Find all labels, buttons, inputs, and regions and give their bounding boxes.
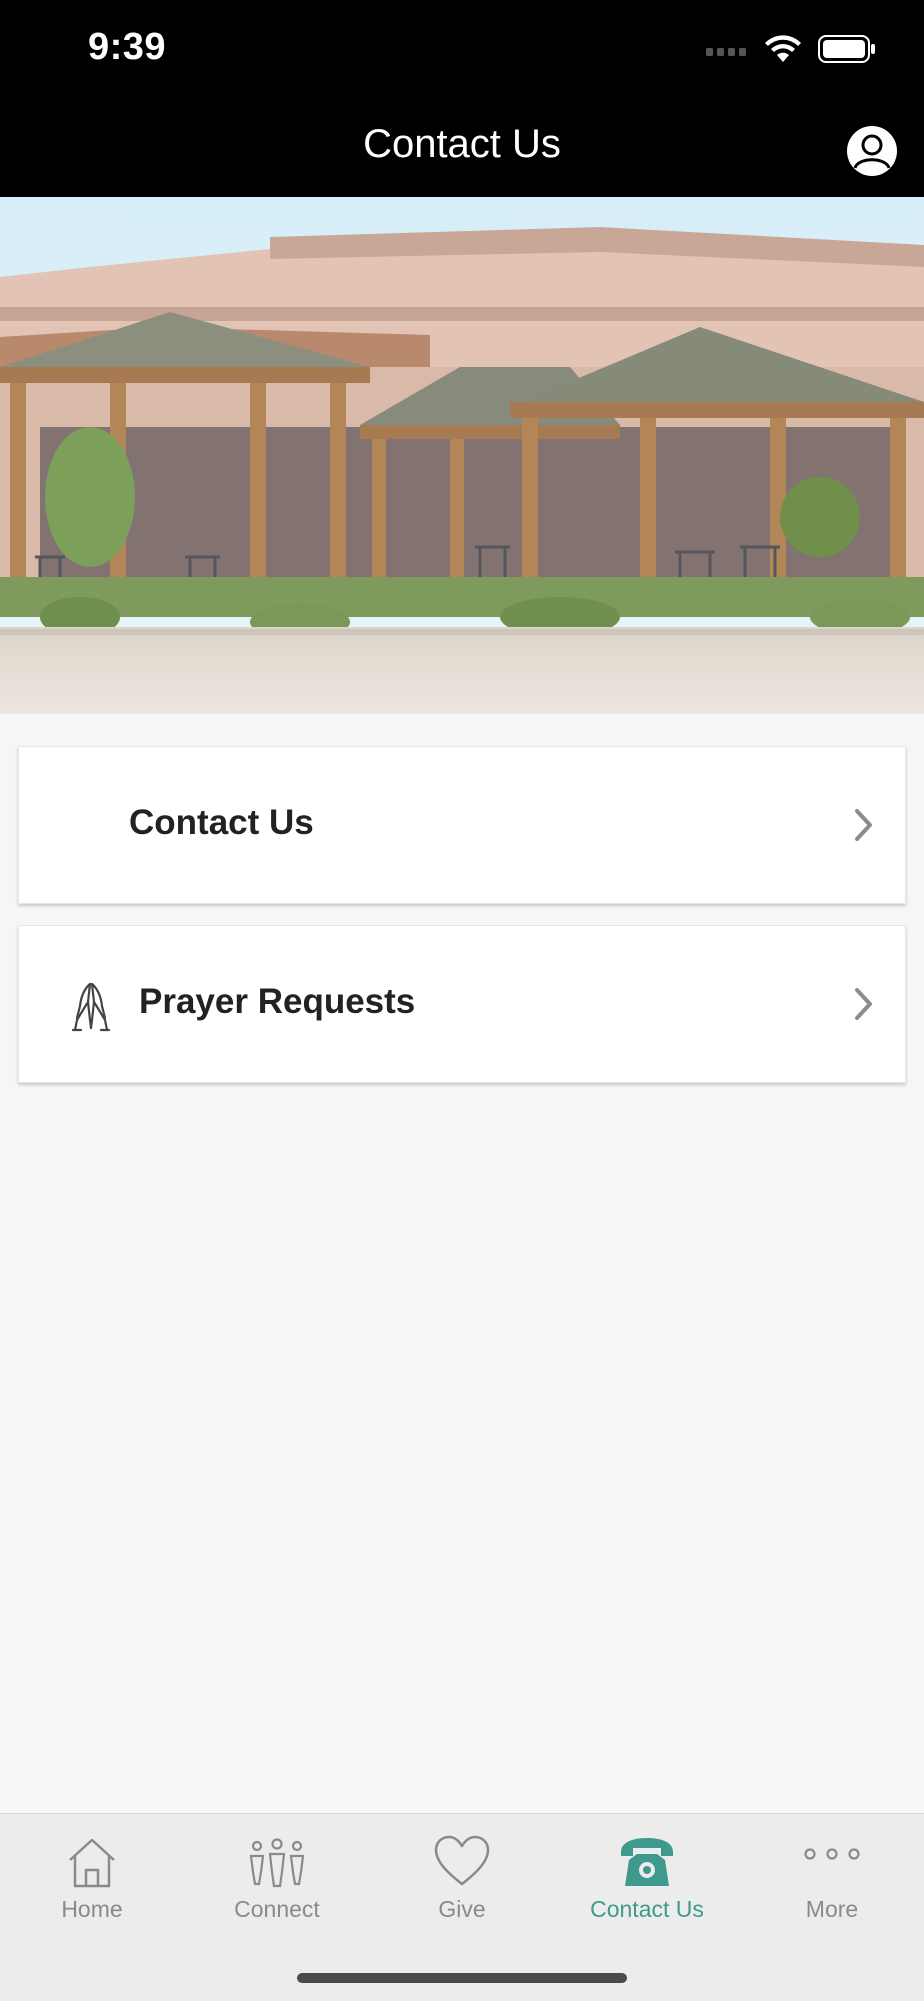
hero-image [0,197,924,714]
tab-more[interactable]: More [740,1814,924,1944]
tab-connect-label: Connect [234,1896,320,1922]
tab-contact-us[interactable]: Contact Us [555,1814,739,1944]
prayer-requests-card[interactable]: Prayer Requests [18,925,906,1083]
home-indicator[interactable] [297,1973,627,1983]
tab-connect[interactable]: Connect [185,1814,369,1944]
praying-hands-icon [71,982,111,1032]
people-icon [249,1838,305,1888]
status-time: 9:39 [88,26,167,68]
tab-give-label: Give [438,1896,486,1922]
more-dots-icon [804,1848,860,1860]
tab-home[interactable]: Home [0,1814,184,1944]
tab-contact-us-label: Contact Us [590,1896,704,1922]
nav-bar: Contact Us [0,100,924,197]
wifi-icon [765,35,801,62]
status-bar: 9:39 [0,0,924,100]
contact-us-label: Contact Us [129,803,314,842]
page-title: Contact Us [363,122,561,166]
heart-icon [434,1835,490,1886]
prayer-requests-label: Prayer Requests [139,982,416,1021]
profile-icon[interactable] [846,125,898,177]
contact-us-card[interactable]: Contact Us [18,746,906,904]
tab-give[interactable]: Give [370,1814,554,1944]
tab-more-label: More [805,1896,859,1922]
church-patio-image [0,197,924,714]
status-icons [706,34,876,64]
home-icon [69,1838,115,1888]
tab-home-label: Home [61,1896,123,1922]
chevron-right-icon [855,809,872,841]
cellular-signal-icon [706,48,746,56]
chevron-right-icon [855,988,872,1020]
battery-icon [818,35,875,63]
phone-icon [621,1838,673,1886]
